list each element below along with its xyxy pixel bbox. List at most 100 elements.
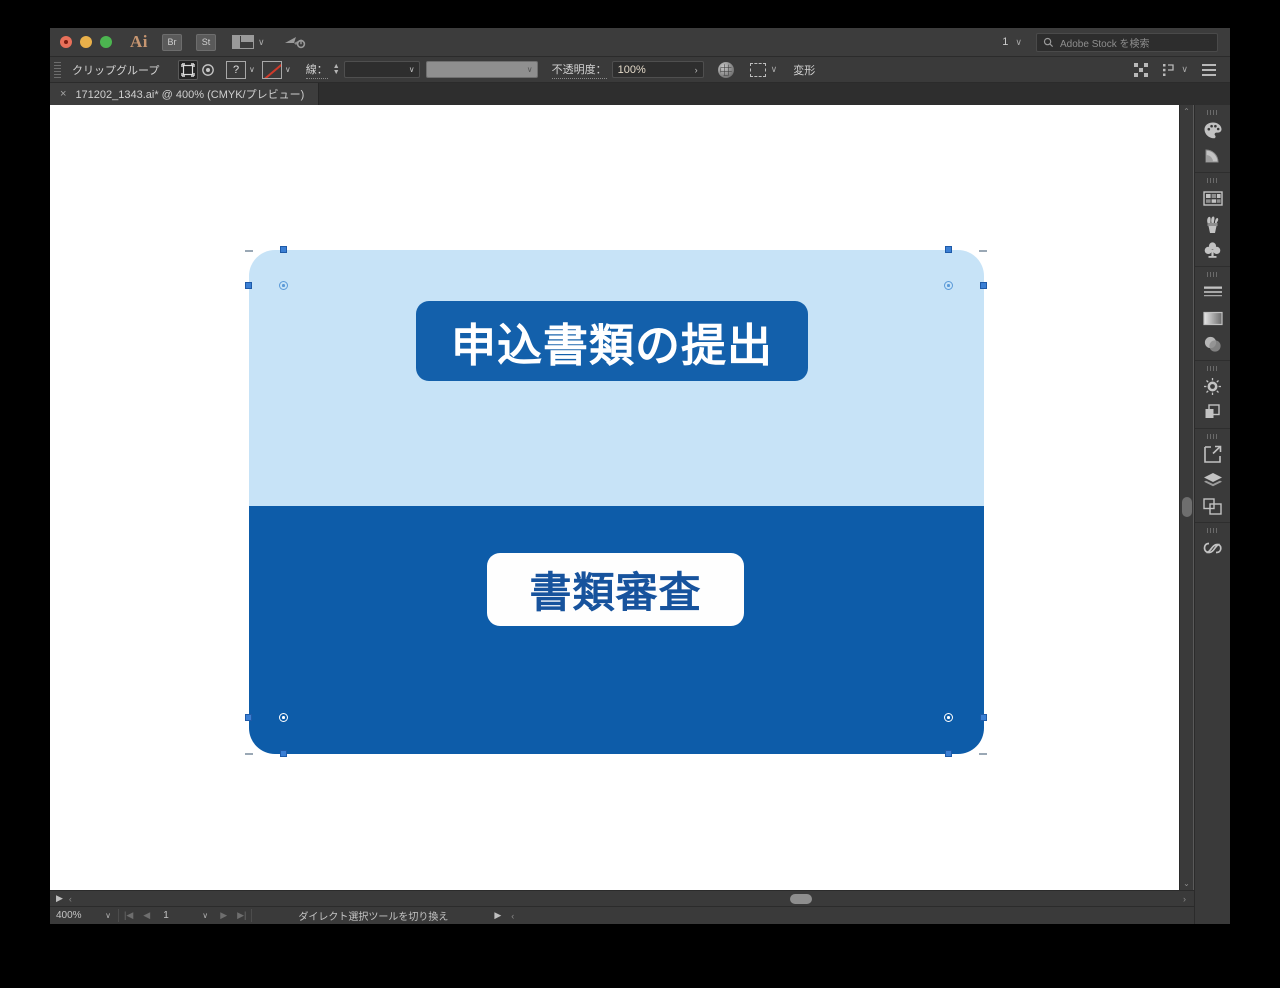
align-objects-icon[interactable] [1134,62,1149,77]
dock-group-grip[interactable] [1207,272,1218,277]
control-bar: クリップグループ ? ∨ ∨ 線： ▲ ▼ ∨ ∨ 不透明度： 100% › ∨… [50,57,1230,83]
dock-group [1195,431,1230,523]
zoom-dropdown-chevron[interactable]: ∨ [98,911,118,920]
dock-group-grip[interactable] [1207,434,1218,439]
color-panel-icon[interactable] [1198,117,1228,143]
transform-label[interactable]: 変形 [793,62,815,78]
dock-group [1195,269,1230,361]
horizontal-scrollbar[interactable]: ▶ ‹ › [50,890,1194,906]
swatches-panel-icon[interactable] [1198,185,1228,211]
distribute-spacing-icon[interactable] [1162,63,1176,77]
dock-group [1195,525,1230,564]
next-page-icon[interactable]: ▶ [215,910,232,921]
select-similar-objects-icon[interactable] [749,62,766,77]
brushes-panel-icon[interactable] [1198,211,1228,237]
stroke-label: 線： [305,61,328,79]
document-tab[interactable]: × 171202_1343.ai* @ 400% (CMYK/プレビュー) [50,83,320,105]
close-window-button[interactable] [60,36,72,48]
opacity-value: 100% [617,63,646,76]
asset-export-panel-icon[interactable] [1198,441,1228,467]
scroll-right-arrow[interactable]: › [1183,894,1194,904]
fill-color-swatch[interactable]: ? [226,60,246,79]
chevron-down-icon: ∨ [1015,36,1022,47]
last-page-icon[interactable]: ▶| [232,910,251,921]
bridge-button[interactable]: Br [162,33,182,51]
chevron-right-icon[interactable]: › [695,65,698,75]
first-page-icon[interactable]: |◀ [119,910,138,921]
control-bar-grip[interactable] [54,61,61,78]
dock-group-grip[interactable] [1207,110,1218,115]
chevron-down-icon: ∨ [258,36,265,47]
stroke-profile-dropdown[interactable]: ∨ [425,61,538,78]
layers-panel-icon[interactable] [1198,467,1228,493]
close-icon[interactable]: × [60,88,66,100]
arrange-documents-icon[interactable]: ∨ [232,35,265,49]
page-dropdown-chevron[interactable]: ∨ [195,911,215,920]
stock-search-input[interactable]: Adobe Stock を検索 [1036,32,1218,52]
dock-group-grip[interactable] [1207,366,1218,371]
scroll-left-arrow[interactable]: ‹ [69,894,72,904]
cloud-sync-icon[interactable] [283,34,307,50]
status-collapse-icon[interactable]: ‹ [501,911,514,921]
dock-group-grip[interactable] [1207,178,1218,183]
dock-group [1195,175,1230,267]
artboards-panel-icon[interactable] [1198,493,1228,519]
appearance-panel-icon[interactable] [1198,373,1228,399]
chevron-down-icon[interactable]: ∨ [249,65,255,74]
chevron-down-icon[interactable]: ∨ [1181,64,1188,75]
status-message: ダイレクト選択ツールを切り換え [298,912,449,923]
window-controls [50,36,112,48]
artwork-canvas[interactable]: 申込書類の提出 書類審査 ⌃ ⌄ [50,105,1194,890]
status-menu-icon[interactable]: ▶ [448,910,501,921]
dock-group [1195,107,1230,173]
stroke-weight-stepper[interactable]: ▲ ▼ [333,63,340,76]
graphic-style-sphere-icon[interactable] [717,61,734,78]
horizontal-scroll-thumb[interactable] [790,894,812,904]
stock-button[interactable]: St [196,33,216,51]
title-bar: Ai Br St ∨ 1 ∨ Adobe Stock を検索 [50,28,1230,57]
gradient-panel-icon[interactable] [1198,305,1228,331]
minimize-window-button[interactable] [80,36,92,48]
scroll-play-icon[interactable]: ▶ [50,893,69,904]
chevron-down-icon[interactable]: ∨ [285,65,291,74]
pill-submit-documents-label: 申込書類の提出 [450,318,773,372]
illustrator-window: Ai Br St ∨ 1 ∨ Adobe Stock を検索 クリップグループ … [50,28,1230,924]
status-bar: 400% ∨ |◀ ◀ 1 ∨ ▶ ▶| ダイレクト選択ツールを切り換え ▶ ‹ [50,906,1194,924]
symbols-panel-icon[interactable] [1198,237,1228,263]
vertical-scrollbar[interactable]: ⌃ ⌄ [1179,105,1193,890]
selection-tick [245,753,253,755]
selection-tick [245,250,253,252]
pathfinder-panel-icon[interactable] [1198,399,1228,425]
pill-submit-documents[interactable]: 申込書類の提出 [416,301,808,381]
stock-search-placeholder: Adobe Stock を検索 [1060,38,1150,50]
maximize-window-button[interactable] [100,36,112,48]
zoom-level-value[interactable]: 400% [50,910,98,921]
stroke-weight-dropdown[interactable]: ∨ [343,61,420,78]
chevron-down-icon[interactable]: ∨ [771,64,778,75]
dock-group-grip[interactable] [1207,528,1218,533]
control-bar-right: ∨ [1134,62,1230,77]
opacity-label: 不透明度： [551,61,607,79]
vertical-scroll-thumb[interactable] [1182,497,1192,517]
isolation-mode-icon[interactable] [178,59,198,80]
cc-libraries-panel-icon[interactable] [1198,535,1228,561]
scroll-down-arrow[interactable]: ⌄ [1183,877,1190,890]
color-guide-panel-icon[interactable] [1198,143,1228,169]
document-tab-title: 171202_1343.ai* @ 400% (CMYK/プレビュー) [75,89,305,101]
stroke-color-swatch[interactable] [261,60,282,79]
app-logo: Ai [130,32,148,51]
page-number-value[interactable]: 1 [155,910,195,921]
artwork-bottom-band [249,506,984,754]
pill-document-review[interactable]: 書類審査 [487,553,744,626]
scroll-up-arrow[interactable]: ⌃ [1183,105,1190,118]
pill-document-review-label: 書類審査 [529,568,702,617]
opacity-input[interactable]: 100% › [611,61,704,78]
transparency-panel-icon[interactable] [1198,331,1228,357]
target-indicator-icon[interactable] [198,60,218,80]
document-setup-icon[interactable] [1202,63,1216,76]
previous-page-icon[interactable]: ◀ [138,910,155,921]
workspace-selector[interactable]: 1 ∨ [998,36,1026,48]
stroke-panel-icon[interactable] [1198,279,1228,305]
dock-group [1195,363,1230,429]
selection-tick [979,250,987,252]
